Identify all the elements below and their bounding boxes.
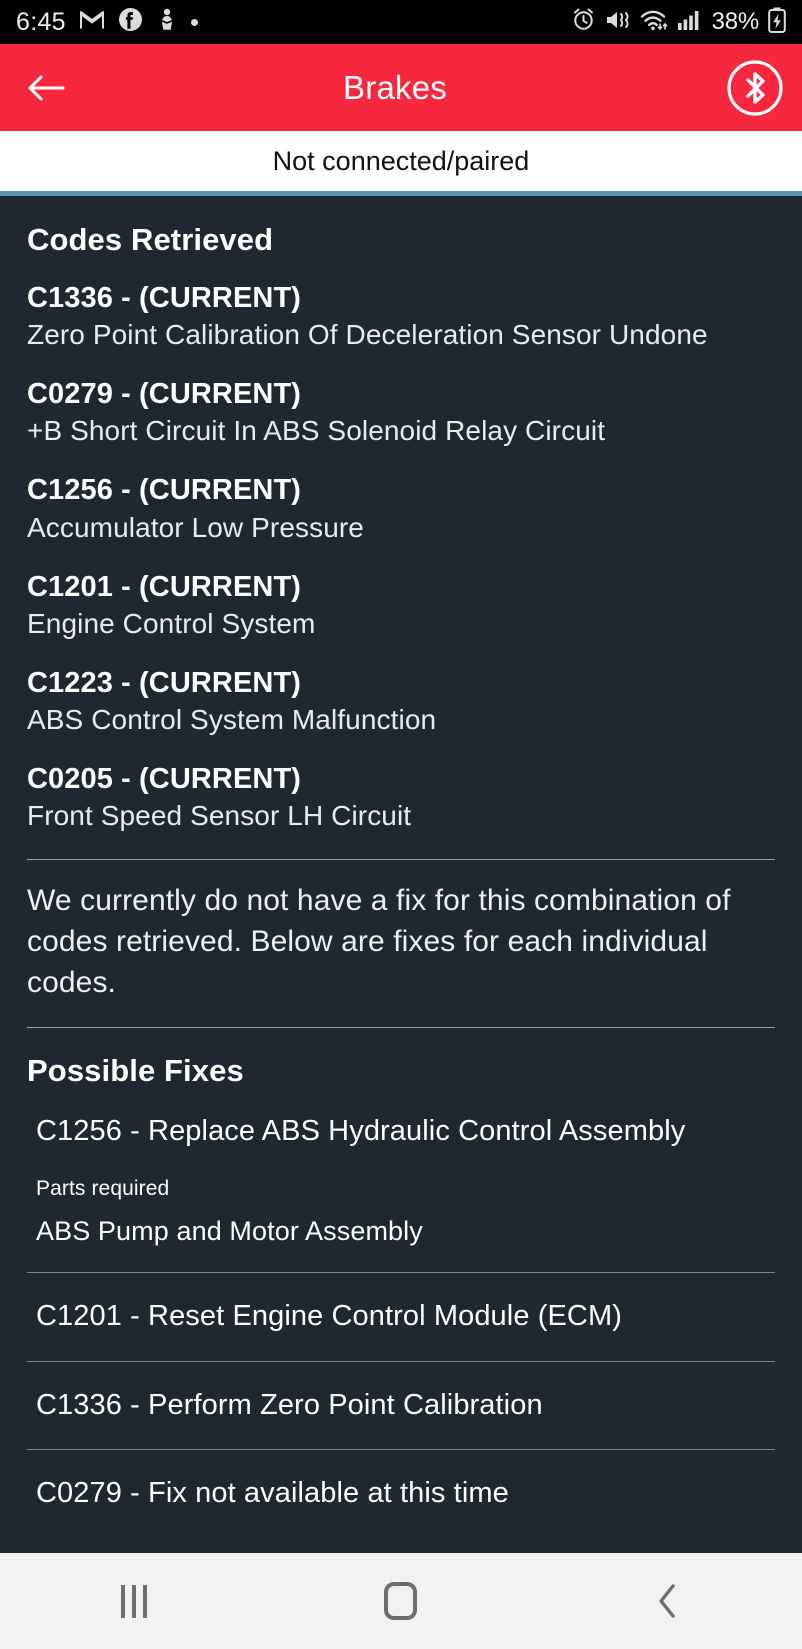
fix-entry[interactable]: C1336 - Perform Zero Point Calibration [27,1387,775,1425]
code-description: Accumulator Low Pressure [27,511,364,543]
possible-fixes-heading: Possible Fixes [27,1053,244,1089]
app-bar: Brakes [0,44,802,131]
system-navigation-bar [0,1553,802,1649]
back-arrow-icon [28,75,65,100]
fix-title: C0279 - Fix not available at this time [36,1477,509,1510]
home-icon [384,1582,418,1620]
fix-title: C1201 - Reset Engine Control Module (ECM… [36,1300,622,1333]
gmail-icon [79,9,105,35]
home-button[interactable] [341,1566,461,1636]
fix-entry[interactable]: C1201 - Reset Engine Control Module (ECM… [27,1298,775,1336]
recents-button[interactable] [74,1566,194,1636]
codes-retrieved-heading: Codes Retrieved [27,222,274,257]
code-entry: C1256 - (CURRENT) Accumulator Low Pressu… [27,473,775,546]
status-bar-right: 38% [571,7,786,38]
code-description: Zero Point Calibration Of Deceleration S… [27,319,708,351]
code-description: +B Short Circuit In ABS Solenoid Relay C… [27,415,606,447]
battery-percent-label: 38% [711,8,760,35]
code-id: C0205 - (CURRENT) [27,762,302,795]
vibrate-mute-icon [605,8,631,37]
code-description: Front Speed Sensor LH Circuit [27,800,412,832]
app-icon [156,7,178,37]
fix-title: C1336 - Perform Zero Point Calibration [36,1388,543,1421]
cellular-signal-icon [677,9,703,36]
fix-divider [27,1272,775,1274]
code-id: C1223 - (CURRENT) [27,666,302,699]
status-bar-left: 6:45 [16,7,198,37]
code-id: C1256 - (CURRENT) [27,474,302,507]
section-divider [27,1027,775,1029]
facebook-icon [118,7,143,37]
fix-divider [27,1360,775,1362]
code-id: C1201 - (CURRENT) [27,570,302,603]
recents-icon [120,1584,147,1618]
back-chevron-icon [659,1584,676,1618]
fix-divider [27,1449,775,1451]
code-entry: C0205 - (CURRENT) Front Speed Sensor LH … [27,762,775,835]
page-title: Brakes [343,68,447,106]
section-divider [27,859,775,861]
code-entry: C1223 - (CURRENT) ABS Control System Mal… [27,666,775,739]
fix-entry[interactable]: C1256 - Replace ABS Hydraulic Control As… [27,1113,775,1247]
code-description: Engine Control System [27,607,316,639]
code-entry: C1201 - (CURRENT) Engine Control System [27,570,775,643]
wifi-icon [640,8,668,37]
connection-status-bar: Not connected/paired [0,131,802,191]
connection-status-text: Not connected/paired [272,145,530,176]
bluetooth-toggle-button[interactable] [726,59,784,117]
parts-required-value: ABS Pump and Motor Assembly [36,1216,423,1247]
bluetooth-icon [727,59,783,116]
dot-indicator [190,18,198,26]
status-bar: 6:45 38% [0,0,802,44]
code-id: C1336 - (CURRENT) [27,282,302,314]
alarm-icon [571,7,596,37]
code-id: C0279 - (CURRENT) [27,378,302,411]
status-clock: 6:45 [16,7,66,36]
fix-entry[interactable]: C0279 - Fix not available at this time [27,1475,775,1513]
code-entry: C1336 - (CURRENT) Zero Point Calibration… [27,281,775,354]
content-scroll-area[interactable]: Codes Retrieved C1336 - (CURRENT) Zero P… [0,196,802,1553]
code-entry: C0279 - (CURRENT) +B Short Circuit In AB… [27,377,775,450]
phone-screen: 6:45 38% Brakes Not connected/paired Cod… [0,0,802,1649]
battery-charging-icon [768,7,786,38]
no-fix-note: We currently do not have a fix for this … [27,884,731,999]
fix-title: C1256 - Replace ABS Hydraulic Control As… [36,1115,686,1148]
parts-required-label: Parts required [36,1177,170,1201]
code-description: ABS Control System Malfunction [27,703,437,735]
back-button[interactable] [608,1566,728,1636]
